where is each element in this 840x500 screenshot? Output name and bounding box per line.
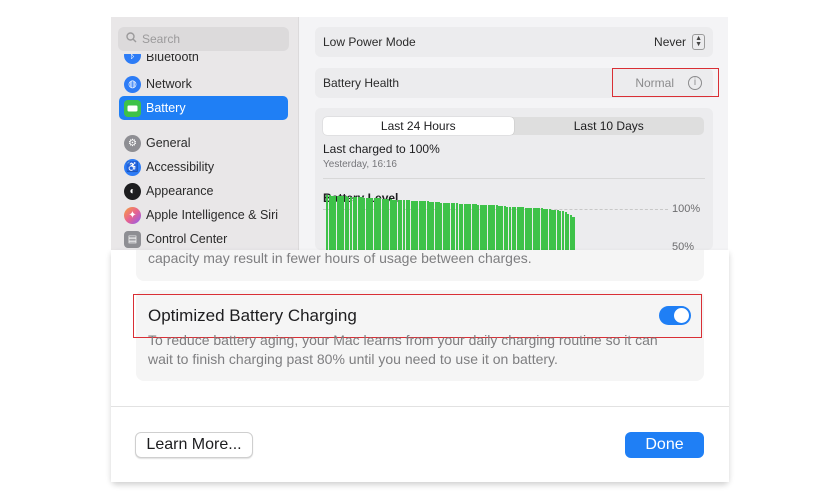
appearance-icon: ◐ [124, 182, 141, 200]
battery-health-label: Battery Health [323, 76, 400, 90]
low-power-mode-select[interactable]: Never ▲ ▼ [654, 34, 705, 50]
toggle-knob [674, 308, 689, 323]
sidebar-item-label: Control Center [146, 232, 228, 246]
done-button[interactable]: Done [625, 432, 704, 458]
tab-last-10-days[interactable]: Last 10 Days [514, 117, 705, 135]
axis-label-100: 100% [672, 203, 701, 215]
sidebar-item-label: Battery [146, 101, 186, 115]
sidebar: Search ᛒ Bluetooth ◍ Network Battery ⚙ G… [111, 17, 299, 250]
gear-icon: ⚙ [124, 134, 141, 152]
sidebar-item-accessibility[interactable]: ♿ Accessibility [119, 155, 288, 179]
bluetooth-icon: ᛒ [124, 54, 141, 64]
battery-history-card: Last 24 Hours Last 10 Days Last charged … [315, 108, 713, 250]
tab-last-24-hours[interactable]: Last 24 Hours [323, 117, 514, 135]
capacity-note: capacity may result in fewer hours of us… [148, 250, 532, 266]
search-placeholder: Search [142, 32, 181, 46]
low-power-mode-value: Never [654, 35, 687, 49]
sidebar-item-network[interactable]: ◍ Network [119, 72, 288, 96]
sidebar-item-label: Apple Intelligence & Siri [146, 208, 279, 222]
sidebar-item-label: Network [146, 77, 192, 91]
sheet-divider [111, 406, 729, 407]
low-power-mode-label: Low Power Mode [323, 35, 416, 49]
learn-more-button[interactable]: Learn More... [135, 432, 253, 458]
battery-icon [124, 99, 141, 117]
chevron-updown-icon: ▲ ▼ [692, 34, 705, 50]
search-input[interactable]: Search [118, 27, 289, 51]
info-icon[interactable]: i [688, 75, 702, 90]
sidebar-item-label: Appearance [146, 184, 214, 198]
sidebar-item-label: Accessibility [146, 160, 215, 174]
battery-health-value: Normal [635, 75, 674, 90]
battery-level-bar [572, 217, 575, 250]
sidebar-item-control-center[interactable]: ▤ Control Center [119, 227, 288, 250]
last-charged-time: Yesterday, 16:16 [323, 159, 397, 170]
axis-label-50: 50% [672, 241, 695, 250]
settings-window: Search ᛒ Bluetooth ◍ Network Battery ⚙ G… [111, 17, 728, 250]
time-range-segmented-control: Last 24 Hours Last 10 Days [323, 117, 704, 135]
optimized-charging-description: To reduce battery aging, your Mac learns… [148, 332, 658, 367]
divider [323, 178, 705, 179]
sidebar-item-bluetooth[interactable]: ᛒ Bluetooth [119, 54, 288, 64]
last-charged-text: Last charged to 100% [323, 142, 440, 156]
sidebar-item-appearance[interactable]: ◐ Appearance [119, 179, 288, 203]
optimized-charging-title: Optimized Battery Charging [148, 306, 357, 325]
sidebar-item-battery[interactable]: Battery [119, 96, 288, 120]
siri-icon: ✦ [124, 206, 141, 224]
globe-icon: ◍ [124, 75, 141, 93]
battery-level-chart [326, 195, 586, 250]
sidebar-item-label: Bluetooth [146, 54, 199, 64]
sidebar-item-label: General [146, 136, 191, 150]
accessibility-icon: ♿ [124, 158, 141, 176]
battery-health-highlight: Normal i [612, 68, 719, 97]
sidebar-item-general[interactable]: ⚙ General [119, 131, 288, 155]
optimized-charging-toggle[interactable] [659, 306, 691, 325]
low-power-mode-row: Low Power Mode Never ▲ ▼ [315, 27, 713, 57]
battery-health-sheet: capacity may result in fewer hours of us… [111, 250, 729, 482]
battery-settings-pane: Low Power Mode Never ▲ ▼ Battery Health N… [315, 17, 728, 250]
sidebar-item-apple-intelligence[interactable]: ✦ Apple Intelligence & Siri [119, 203, 288, 227]
search-icon [120, 32, 142, 46]
control-center-icon: ▤ [124, 230, 141, 248]
